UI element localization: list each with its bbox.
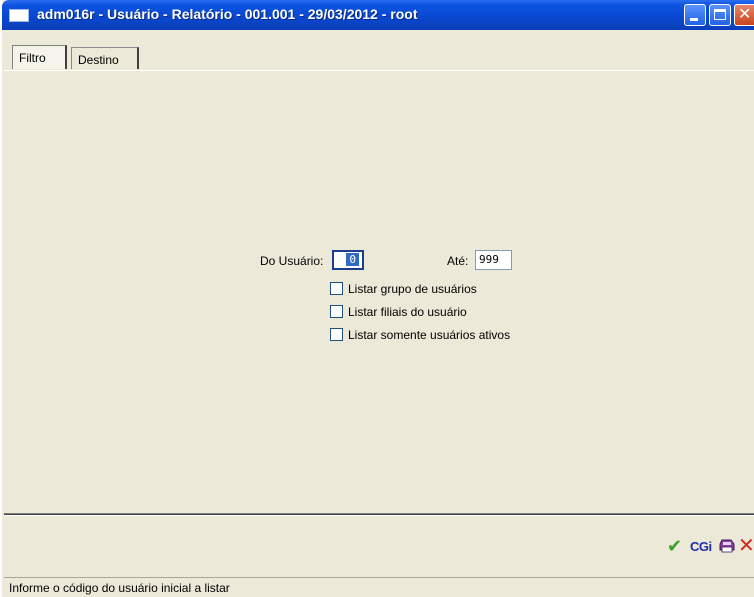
window-title: adm016r - Usuário - Relatório - 001.001 …	[37, 6, 418, 22]
tab-label: Filtro	[19, 51, 46, 65]
printer-icon[interactable]	[718, 538, 736, 557]
status-text: Informe o código do usuário inicial a li…	[9, 581, 230, 595]
checkmark-icon[interactable]: ✔	[667, 536, 682, 557]
checkbox-label: Listar somente usuários ativos	[348, 328, 511, 342]
from-user-label: Do Usuário:	[260, 254, 324, 268]
title-bar[interactable]: adm016r - Usuário - Relatório - 001.001 …	[2, 0, 754, 30]
maximize-icon	[714, 9, 726, 20]
close-button[interactable]: ✕	[734, 4, 754, 26]
maximize-button[interactable]	[709, 4, 731, 26]
from-user-value: 0	[346, 253, 359, 266]
tab-filtro[interactable]: Filtro	[12, 45, 67, 69]
close-icon: ✕	[738, 6, 752, 23]
tab-label: Destino	[78, 53, 119, 67]
report-window: adm016r - Usuário - Relatório - 001.001 …	[2, 0, 754, 597]
checkbox[interactable]	[330, 282, 343, 295]
minimize-icon	[690, 18, 698, 21]
minimize-button[interactable]	[684, 4, 706, 26]
action-bar: ✔ CGi ✕	[2, 533, 754, 558]
checkbox[interactable]	[330, 328, 343, 341]
tab-destino[interactable]: Destino	[71, 47, 139, 69]
from-user-input[interactable]: 0	[332, 250, 364, 270]
cgi-button[interactable]: CGi	[690, 539, 712, 554]
checkbox-label: Listar grupo de usuários	[348, 282, 477, 296]
footer-divider-light	[4, 515, 754, 516]
cancel-x-icon[interactable]: ✕	[738, 533, 754, 558]
to-user-label: Até:	[447, 254, 469, 268]
checkbox[interactable]	[330, 305, 343, 318]
checkbox-label: Listar filiais do usuário	[348, 305, 467, 319]
to-user-input[interactable]: 999	[475, 250, 512, 270]
tab-panel-border	[4, 70, 754, 71]
window-icon[interactable]	[9, 9, 29, 22]
status-bar: Informe o código do usuário inicial a li…	[4, 577, 754, 597]
